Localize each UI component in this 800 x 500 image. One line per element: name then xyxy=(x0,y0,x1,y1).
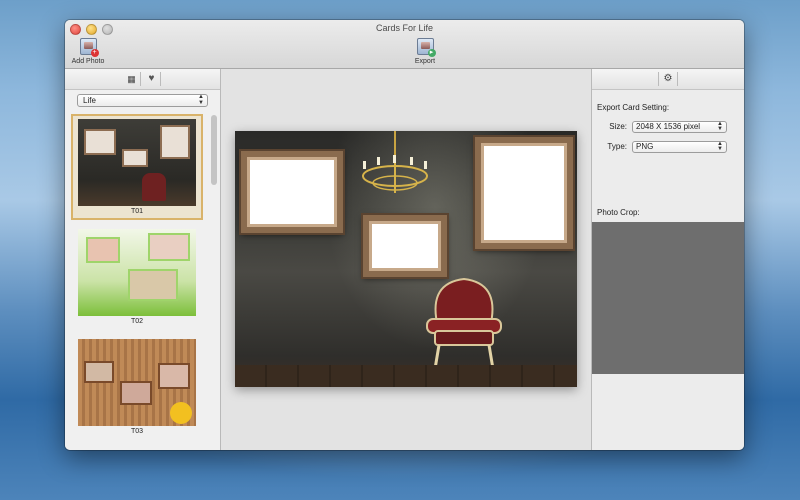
photo-crop-area[interactable] xyxy=(592,222,744,374)
template-name: T01 xyxy=(130,208,144,215)
sidebar-tabs: ▦ ♥ xyxy=(65,69,220,90)
chandelier-icon xyxy=(362,131,428,193)
size-label: Size: xyxy=(609,122,627,131)
export-settings-title: Export Card Setting: xyxy=(597,103,670,112)
select-arrows-icon: ▲ ▼ xyxy=(717,141,723,152)
template-name: T02 xyxy=(130,318,144,325)
template-item-t03[interactable]: T03 xyxy=(71,334,203,440)
size-value: 2048 X 1536 pixel xyxy=(636,122,701,131)
add-photo-label: Add Photo xyxy=(71,58,105,65)
template-thumbnail xyxy=(78,119,196,206)
add-photo-icon: + xyxy=(79,38,99,57)
photo-slot-3[interactable] xyxy=(475,137,573,249)
window-title: Cards For Life xyxy=(375,23,434,33)
add-photo-button[interactable]: + Add Photo xyxy=(70,38,106,65)
template-list-scrollbar[interactable] xyxy=(211,115,217,185)
template-item-t02[interactable]: T02 xyxy=(71,224,203,330)
armchair-icon xyxy=(426,277,502,370)
app-window: Cards For Life + Add Photo ▸ Export ▦ ♥ … xyxy=(65,20,744,450)
template-thumbnail xyxy=(78,339,196,426)
grid-icon: ▦ xyxy=(127,74,136,84)
gear-icon: ⚙ xyxy=(663,73,673,84)
select-arrows-icon: ▲ ▼ xyxy=(198,94,204,106)
template-sidebar: ▦ ♥ Life ▲ ▼ T01 T02 T03 xyxy=(65,69,221,450)
settings-tab-bar: ⚙ xyxy=(592,69,744,90)
template-item-t01[interactable]: T01 xyxy=(71,114,203,220)
card-preview[interactable] xyxy=(235,131,577,387)
heart-icon: ♥ xyxy=(148,73,155,84)
type-select[interactable]: PNG ▲ ▼ xyxy=(632,141,727,153)
settings-panel: ⚙ Export Card Setting: Size: 2048 X 1536… xyxy=(591,69,744,450)
titlebar: Cards For Life + Add Photo ▸ Export xyxy=(65,20,744,69)
type-label: Type: xyxy=(607,142,627,151)
select-arrows-icon: ▲ ▼ xyxy=(717,121,723,132)
category-value: Life xyxy=(83,96,96,105)
grid-view-tab[interactable]: ▦ xyxy=(123,72,141,86)
category-select[interactable]: Life ▲ ▼ xyxy=(77,94,208,107)
favorites-tab[interactable]: ♥ xyxy=(143,72,161,86)
export-label: Export xyxy=(414,58,436,65)
template-list[interactable]: T01 T02 T03 xyxy=(71,114,211,450)
settings-tab[interactable]: ⚙ xyxy=(658,72,678,86)
preview-area xyxy=(221,69,591,450)
photo-slot-2[interactable] xyxy=(363,215,447,277)
size-select[interactable]: 2048 X 1536 pixel ▲ ▼ xyxy=(632,121,727,133)
export-button[interactable]: ▸ Export xyxy=(410,38,440,65)
photo-crop-label: Photo Crop: xyxy=(597,208,640,217)
template-name: T03 xyxy=(130,428,144,435)
type-value: PNG xyxy=(636,142,654,151)
template-thumbnail xyxy=(78,229,196,316)
photo-slot-1[interactable] xyxy=(241,151,343,233)
export-icon: ▸ xyxy=(416,38,436,57)
